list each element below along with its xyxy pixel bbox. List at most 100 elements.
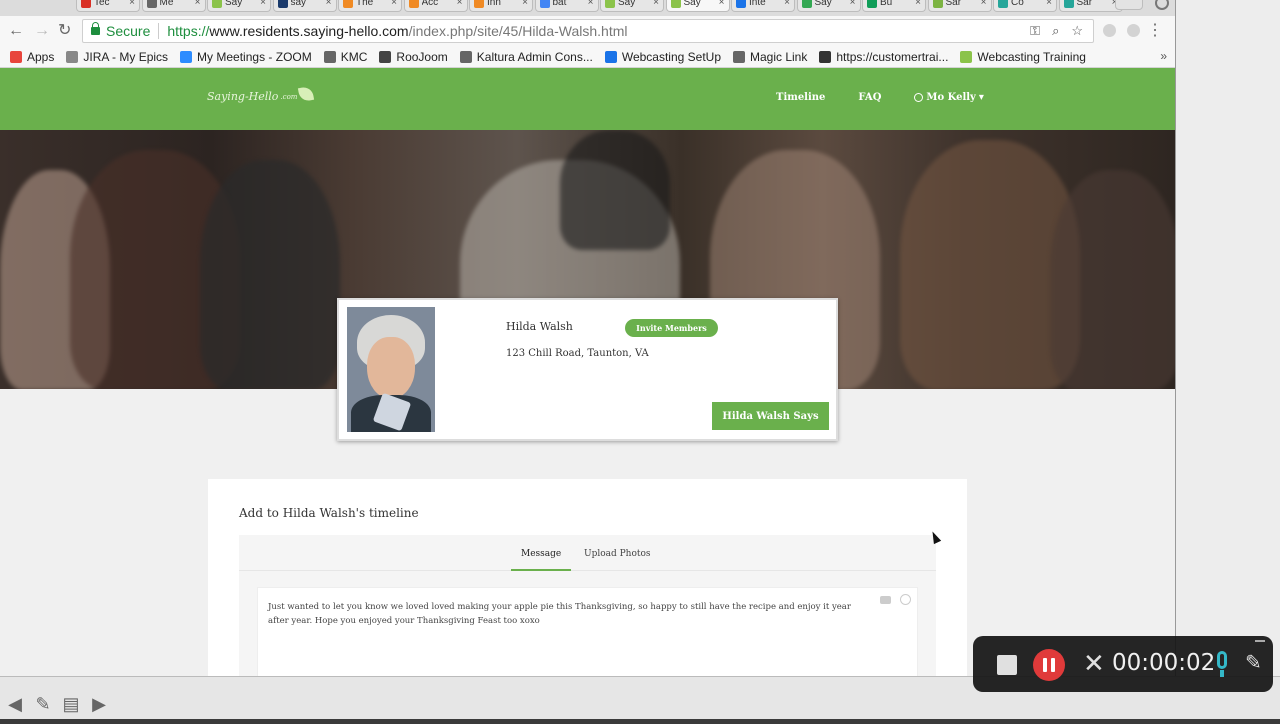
extension-icon[interactable] — [1103, 24, 1116, 37]
star-icon[interactable]: ☆ — [1071, 23, 1083, 39]
browser-tab[interactable]: Say × — [207, 0, 271, 12]
previous-icon[interactable]: ◀ — [4, 694, 26, 714]
user-name: Mo Kelly — [926, 92, 976, 103]
tab-close-icon[interactable]: × — [391, 0, 397, 8]
browser-tab[interactable]: Me × — [141, 0, 206, 12]
tab-close-icon[interactable]: × — [522, 0, 528, 8]
bookmark-icon — [379, 50, 392, 63]
key-icon[interactable]: ⚿ — [1030, 23, 1040, 39]
profile-icon[interactable] — [1155, 0, 1169, 10]
minimize-icon[interactable] — [1255, 640, 1265, 642]
bookmark-item[interactable]: My Meetings - ZOOM — [180, 50, 312, 64]
tab-label: Say — [618, 0, 636, 8]
zoom-icon[interactable]: ⌕ — [1052, 23, 1059, 39]
tab-close-icon[interactable]: × — [653, 0, 659, 8]
post-composer: Message Upload Photos Just wanted to let… — [239, 535, 936, 676]
browser-tab[interactable]: Acc × — [403, 0, 468, 12]
cancel-recording-icon[interactable]: ✕ — [1083, 648, 1105, 678]
bookmark-item[interactable]: Webcasting SetUp — [604, 50, 721, 64]
tab-favicon-icon — [867, 0, 877, 8]
bookmark-item[interactable]: https://customertrai... — [819, 50, 948, 64]
bookmarks-overflow-icon[interactable]: » — [1160, 49, 1167, 63]
tab-label: Acc — [421, 0, 439, 8]
recording-controls: ✕ 00:00:02 ✎ — [973, 636, 1273, 692]
timeline-title: Add to Hilda Walsh's timeline — [239, 506, 419, 520]
web-page: Saying-Hello .com Timeline FAQ Mo Kelly … — [0, 68, 1175, 676]
browser-tab[interactable]: Bu × — [862, 0, 926, 12]
bookmark-label: Apps — [27, 49, 55, 64]
emoji-icon[interactable] — [900, 594, 911, 605]
stop-recording-button[interactable] — [997, 655, 1017, 675]
tab-favicon-icon — [343, 0, 353, 8]
tab-label: Me — [159, 0, 174, 8]
user-menu[interactable]: Mo Kelly ▾ — [914, 92, 984, 103]
says-button[interactable]: Hilda Walsh Says — [712, 402, 829, 430]
back-button[interactable]: ← — [8, 22, 24, 40]
tab-close-icon[interactable]: × — [129, 0, 135, 8]
forward-button[interactable]: → — [34, 22, 50, 40]
tab-close-icon[interactable]: × — [457, 0, 463, 8]
tab-close-icon[interactable]: × — [588, 0, 594, 8]
browser-tab[interactable]: Tec × — [76, 0, 140, 12]
omnibox-separator — [158, 23, 160, 39]
browser-tab[interactable]: Sar× — [1058, 0, 1123, 12]
browser-tab[interactable]: Inte × — [731, 0, 795, 12]
browser-tab[interactable]: bat × — [534, 0, 599, 12]
bookmark-item[interactable]: RooJoom — [379, 50, 448, 64]
browser-tab[interactable]: Say × — [665, 0, 730, 12]
tab-close-icon[interactable]: × — [915, 0, 921, 8]
tab-close-icon[interactable]: × — [850, 0, 856, 8]
annotate-pen-icon[interactable]: ✎ — [1245, 650, 1262, 675]
extension-icon[interactable] — [1127, 24, 1140, 37]
tab-close-icon[interactable]: × — [1046, 0, 1052, 8]
tab-close-icon[interactable]: × — [260, 0, 266, 8]
browser-tab[interactable]: Say × — [796, 0, 861, 12]
bookmark-item[interactable]: KMC — [323, 49, 368, 64]
browser-window: Tec × Me × Say × say × The × Acc × Inn × bat × Say × Say × I… — [0, 0, 1175, 676]
notes-icon[interactable]: ▤ — [60, 694, 82, 714]
tab-upload-photos[interactable]: Upload Photos — [584, 549, 651, 559]
tab-close-icon[interactable]: × — [326, 0, 332, 8]
browser-tab[interactable]: Co × — [993, 0, 1057, 12]
bookmark-item[interactable]: Kaltura Admin Cons... — [459, 50, 593, 64]
camera-icon[interactable] — [880, 596, 891, 604]
tab-close-icon[interactable]: × — [981, 0, 987, 8]
nav-faq-link[interactable]: FAQ — [858, 92, 881, 103]
bookmark-item[interactable]: JIRA - My Epics — [66, 50, 168, 64]
address-bar[interactable]: Secure https:// www.residents.saying-hel… — [82, 19, 1094, 43]
bookmark-label: Webcasting Training — [977, 49, 1086, 64]
tab-label: Co — [1011, 0, 1024, 8]
tab-favicon-icon — [408, 0, 419, 8]
tab-close-icon[interactable]: × — [195, 0, 201, 8]
bookmark-item[interactable]: Webcasting Training — [960, 50, 1086, 64]
recording-timer: 00:00:02 — [1112, 650, 1216, 676]
browser-tab[interactable]: Sar× — [927, 0, 992, 12]
browser-tab[interactable]: Inn × — [469, 0, 533, 12]
tab-close-icon[interactable]: × — [784, 0, 790, 8]
site-logo[interactable]: Saying-Hello .com — [207, 85, 315, 103]
profile-address: 123 Chill Road, Taunton, VA — [506, 348, 649, 359]
browser-tab[interactable]: say × — [272, 0, 337, 12]
site-header: Saying-Hello .com Timeline FAQ Mo Kelly … — [0, 68, 1175, 130]
chrome-menu-icon[interactable]: ⋮ — [1147, 20, 1163, 40]
reload-button[interactable]: ↻ — [58, 22, 71, 40]
tab-close-icon[interactable]: × — [719, 0, 725, 8]
pause-recording-button[interactable] — [1033, 649, 1065, 681]
message-textarea[interactable]: Just wanted to let you know we loved lov… — [257, 587, 918, 676]
nav-timeline-link[interactable]: Timeline — [776, 92, 825, 103]
tab-strip: Tec × Me × Say × say × The × Acc × Inn × bat × Say × Say × I… — [0, 0, 1175, 16]
profile-name: Hilda Walsh — [506, 320, 573, 333]
invite-members-button[interactable]: Invite Members — [625, 319, 718, 337]
pen-icon[interactable]: ✎ — [32, 694, 54, 714]
bookmark-item[interactable]: Magic Link — [733, 50, 807, 64]
bookmark-label: KMC — [340, 49, 368, 64]
tab-label: say — [290, 0, 307, 8]
browser-tab[interactable]: The × — [338, 0, 402, 12]
new-tab-button[interactable] — [1115, 0, 1143, 10]
bookmark-item[interactable]: Apps — [10, 50, 54, 64]
tab-message[interactable]: Message — [521, 549, 561, 559]
microphone-icon[interactable] — [1217, 651, 1227, 669]
next-icon[interactable]: ▶ — [88, 694, 110, 714]
browser-tab[interactable]: Say × — [600, 0, 664, 12]
tab-favicon-icon — [998, 0, 1008, 8]
